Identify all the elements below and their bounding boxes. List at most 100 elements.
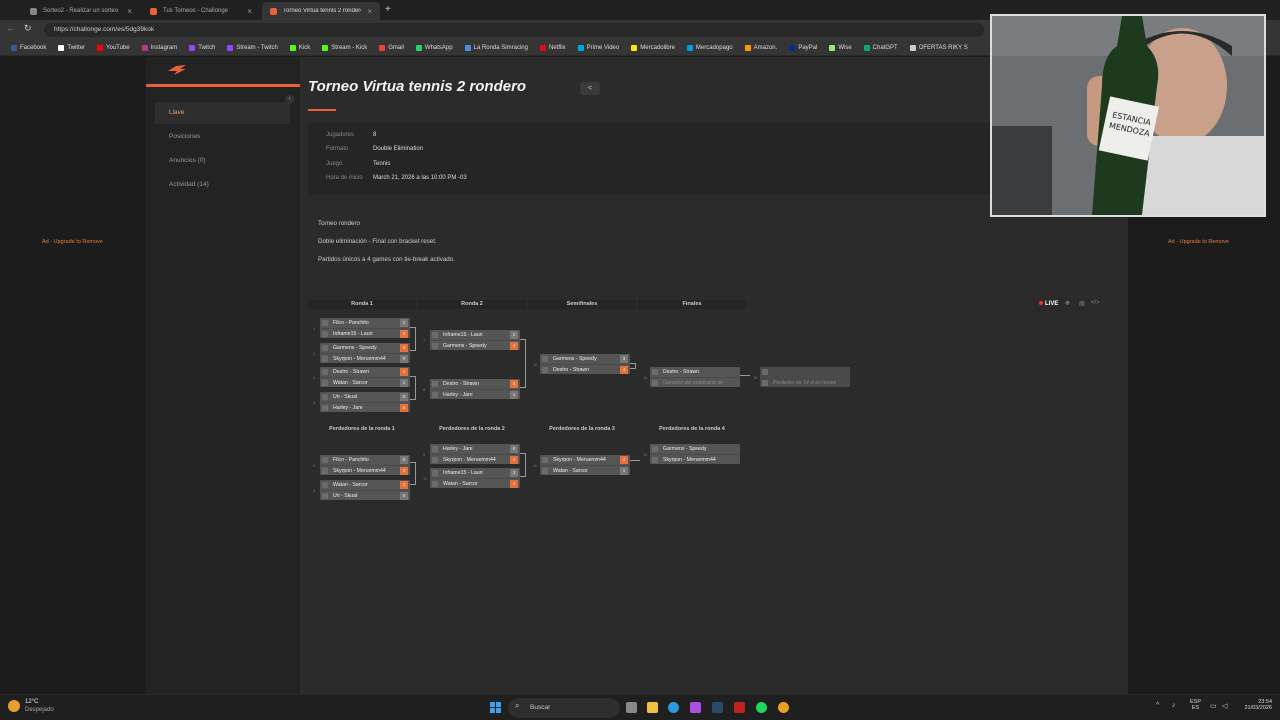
spotify-icon[interactable]	[756, 702, 767, 713]
bookmark-item[interactable]: Stream - Twitch	[222, 44, 283, 51]
taskbar-search[interactable]: Buscar	[508, 698, 620, 718]
bracket-match[interactable]: Destro - Strawn Ganador del cuadrante de	[650, 367, 740, 387]
sidebar-item-anuncios[interactable]: Anuncios (0)	[155, 150, 290, 172]
bracket-match[interactable]: Inframe15 - Lauri 3 Watan - Sarcor 4	[430, 468, 520, 488]
seed-box	[652, 457, 658, 463]
tab-tus-torneos[interactable]: Tus Torneos - Challonge ×	[142, 2, 260, 20]
bookmark-item[interactable]: Prime Video	[573, 44, 625, 51]
bookmark-item[interactable]: Kick	[285, 44, 315, 51]
network-icon[interactable]: ▭	[1210, 702, 1217, 710]
url-input[interactable]: https://challonge.com/es/5dg39kok	[44, 23, 984, 37]
new-tab-icon[interactable]: +	[385, 4, 391, 15]
bracket-connector	[520, 339, 526, 388]
bookmark-item[interactable]: Facebook	[6, 44, 51, 51]
app-icon-2[interactable]	[778, 702, 789, 713]
edge-icon[interactable]	[668, 702, 679, 713]
bookmark-item[interactable]: PayPal	[784, 44, 822, 51]
challonge-icon	[150, 7, 157, 15]
bracket-match[interactable]: Destro - Strawn 4 Watan - Sarcor 1	[320, 367, 410, 387]
sidebar-item-llave[interactable]: Llave	[155, 102, 290, 124]
bracket-match[interactable]: Destro - Strawn 4 Harley - Jare 1	[430, 379, 520, 399]
app-icon[interactable]	[690, 702, 701, 713]
ad-upgrade-link[interactable]: Ad - Upgrade to Remove	[1168, 239, 1229, 245]
match-participant-row: Inframe15 - Lauri 3	[430, 468, 520, 478]
embed-code-icon[interactable]: </>	[1091, 300, 1100, 306]
bookmark-item[interactable]: Instagram	[137, 44, 183, 51]
info-value: Tennis	[373, 161, 391, 167]
share-button[interactable]: <	[580, 82, 600, 95]
reload-icon[interactable]: ↻	[24, 23, 32, 34]
bookmark-item[interactable]: YouTube	[92, 44, 135, 51]
back-icon[interactable]: ←	[6, 23, 15, 33]
bookmark-favicon-icon	[289, 44, 296, 51]
close-icon[interactable]: ×	[367, 7, 372, 16]
close-icon[interactable]: ×	[127, 7, 132, 16]
close-icon[interactable]: ×	[247, 7, 252, 16]
match-score: 4	[620, 366, 628, 374]
sidebar-item-posiciones[interactable]: Posiciones	[155, 126, 290, 148]
match-participant-row: Destro - Strawn 4	[320, 367, 410, 377]
bracket-match[interactable]: Garmens - Speedy 4 Skyrpon - Meruemm44 0	[320, 343, 410, 363]
bracket-match[interactable]: Garmens - Speedy Skyrpon - Meruemm44	[650, 444, 740, 464]
info-row: Formato Double Elimination	[326, 146, 423, 152]
bracket-match[interactable]: Watan - Sarcor 4 Uri - Skual 0	[320, 480, 410, 500]
challonge-icon	[270, 7, 277, 15]
language-indicator[interactable]: ESP ES	[1190, 699, 1201, 711]
bracket-match[interactable]: Perdedor de 14 si es neces	[760, 367, 850, 387]
bookmark-item[interactable]: Wise	[824, 44, 856, 51]
bookmark-item[interactable]: WhatsApp	[411, 44, 458, 51]
bracket-match[interactable]: Inframe15 - Lauri 1 Garmens - Speedy 4	[430, 330, 520, 350]
print-icon[interactable]: ▤	[1079, 300, 1085, 307]
bookmark-favicon-icon	[97, 44, 104, 51]
bookmark-item[interactable]: ChatGPT	[859, 44, 903, 51]
weather-icon[interactable]	[8, 700, 20, 712]
bracket-match[interactable]: Filco - Panchito 1 Inframe15 - Lauri 4	[320, 318, 410, 338]
bookmark-item[interactable]: Gmail	[374, 44, 409, 51]
match-number: 10	[423, 476, 428, 481]
ad-upgrade-link[interactable]: Ad - Upgrade to Remove	[42, 239, 103, 245]
tab-torneo-virtua[interactable]: Torneo Virtua tennis 2 rondero - C ×	[262, 2, 380, 20]
microphone-icon[interactable]: ♪	[1172, 702, 1176, 709]
bookmark-item[interactable]: Mercadopago	[682, 44, 738, 51]
bookmark-item[interactable]: Twitter	[53, 44, 90, 51]
clock[interactable]: 23:54 21/03/2026	[1238, 699, 1272, 711]
file-explorer-icon[interactable]	[647, 702, 658, 713]
bookmark-label: Gmail	[388, 44, 404, 51]
participant-name: Watan - Sarcor	[443, 481, 478, 487]
live-button[interactable]: LIVE	[1039, 301, 1058, 307]
challonge-logo-icon[interactable]	[166, 63, 188, 77]
bookmark-item[interactable]: Amazon.	[740, 44, 783, 51]
fullscreen-icon[interactable]: ✥	[1065, 300, 1070, 307]
bookmark-item[interactable]: Stream - Kick	[317, 44, 372, 51]
seed-box	[652, 369, 658, 375]
bookmark-item[interactable]: La Ronda Simracing	[460, 44, 533, 51]
match-number: 5	[313, 463, 316, 468]
participant-name: Uri - Skual	[333, 394, 358, 400]
bracket-match[interactable]: Filco - Panchito 0 Skyrpon - Meruemm44 4	[320, 455, 410, 475]
bracket-match[interactable]: Garmens - Speedy 3 Destro - Strawn 4	[540, 354, 630, 374]
participant-name: Skyrpon - Meruemm44	[333, 468, 386, 474]
volume-icon[interactable]: ◁	[1222, 702, 1227, 710]
game-icon[interactable]	[734, 702, 745, 713]
info-label: Hora de inicio	[326, 175, 363, 181]
sidebar-item-actividad[interactable]: Actividad (14)	[155, 174, 290, 196]
collapse-sidebar-icon[interactable]: ‹	[285, 95, 294, 104]
bookmark-label: Facebook	[20, 44, 47, 51]
participant-name: Uri - Skual	[333, 493, 358, 499]
tab-favicon-icon	[30, 7, 37, 15]
steam-icon[interactable]	[712, 702, 723, 713]
bookmark-item[interactable]: Netflix	[535, 44, 571, 51]
windows-start-icon[interactable]	[490, 702, 501, 713]
tab-sorteo[interactable]: Sorteo2 - Realizar un sorteo ×	[22, 2, 140, 20]
task-view-icon[interactable]	[626, 702, 637, 713]
tray-chevron-icon[interactable]: ^	[1156, 702, 1159, 709]
bookmark-label: Twitter	[67, 44, 86, 51]
bracket-match[interactable]: Skyrpon - Meruemm44 4 Watan - Sarcor 1	[540, 455, 630, 475]
bookmark-item[interactable]: OFERTAS RIKY S	[905, 44, 973, 51]
match-score: 0	[400, 456, 408, 464]
bookmark-item[interactable]: Mercadolibre	[626, 44, 680, 51]
bookmark-item[interactable]: Twitch	[184, 44, 220, 51]
bracket-match[interactable]: Uri - Skual 0 Harley - Jare 4	[320, 392, 410, 412]
bracket-match[interactable]: Harley - Jare 0 Skyrpon - Meruemm44 4	[430, 444, 520, 464]
bookmark-label: Wise	[838, 44, 852, 51]
